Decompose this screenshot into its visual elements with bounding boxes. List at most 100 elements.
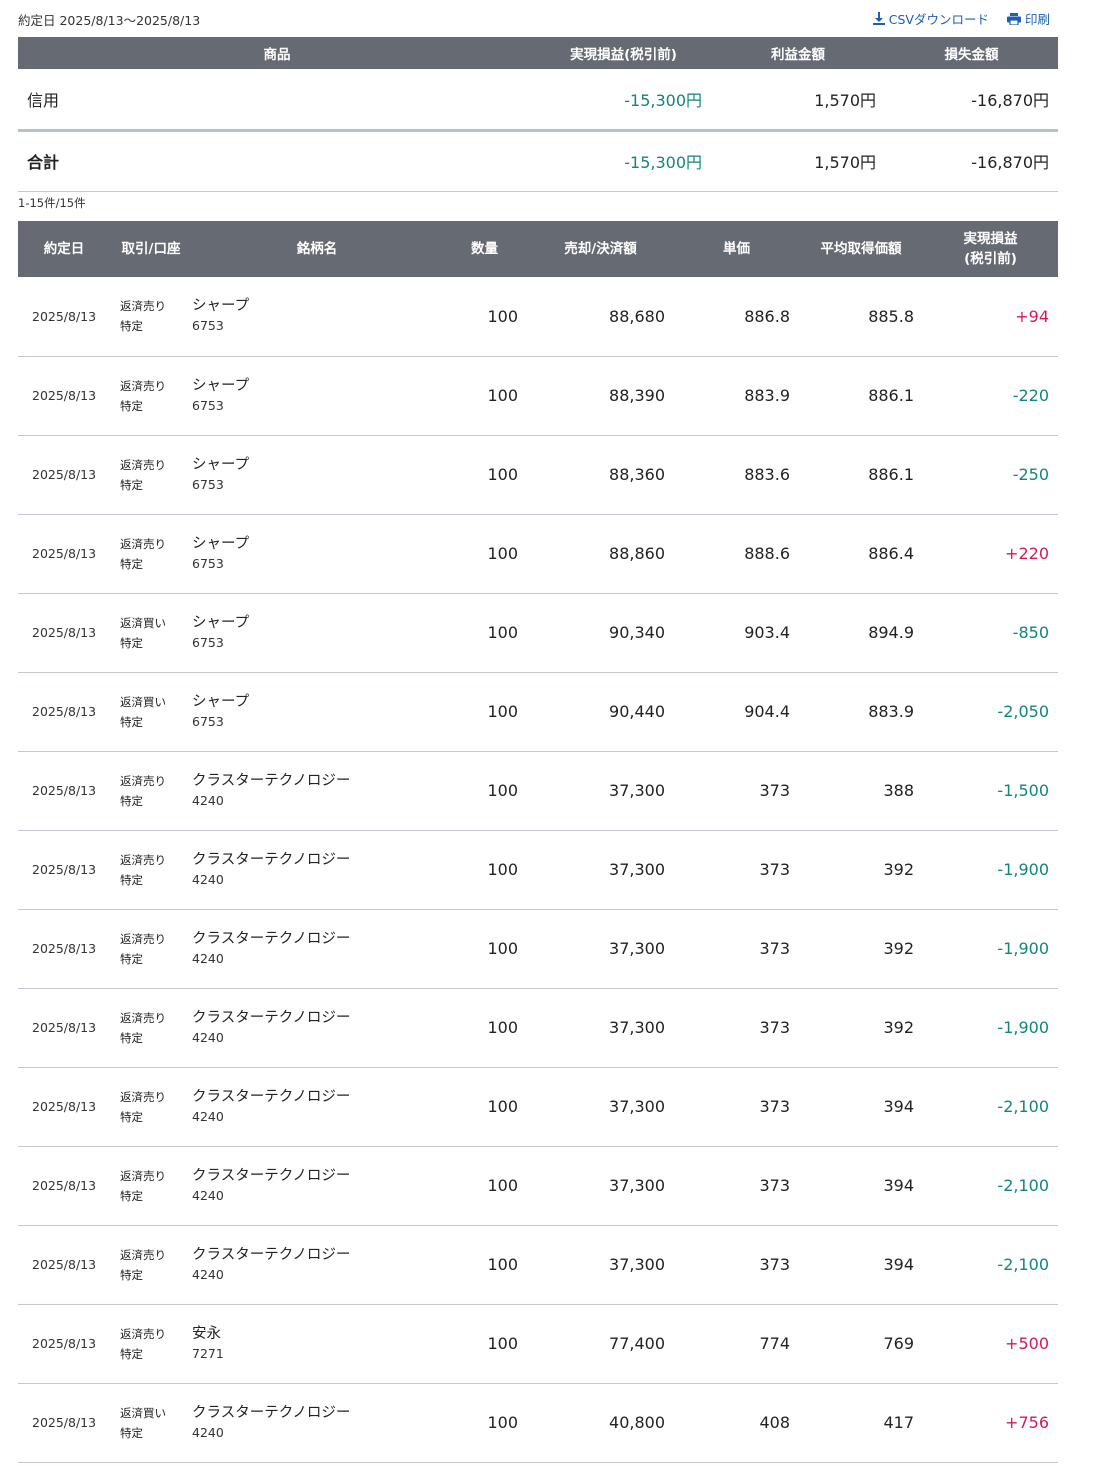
stock-name: クラスターテクノロジー (192, 772, 351, 789)
quantity: 100 (442, 1067, 527, 1147)
settlement-amount: 37,300 (527, 1067, 674, 1147)
col-quantity: 数量 (442, 221, 527, 277)
printer-icon (1006, 12, 1021, 25)
trade-type-cell: 返済売り 特定 (110, 988, 192, 1068)
top-bar: 約定日 2025/8/13〜2025/8/13 CSVダウンロード 印刷 (18, 0, 1058, 36)
unit-price: 883.9 (674, 356, 799, 436)
unit-price: 373 (674, 830, 799, 910)
account-type: 特定 (120, 1188, 143, 1203)
table-row: 2025/8/13 返済売り 特定 クラスターテクノロジー 4240 100 37,300 3… (18, 1146, 1058, 1226)
stock-code: 6753 (192, 476, 224, 492)
trade-type: 返済売り (120, 773, 166, 788)
download-icon (872, 12, 885, 25)
realized-pl: -2,050 (923, 672, 1058, 752)
average-cost: 883.9 (799, 672, 923, 752)
trade-type-cell: 返済売り 特定 (110, 1146, 192, 1226)
trade-date: 2025/8/13 (18, 830, 110, 910)
average-cost: 885.8 (799, 277, 923, 357)
detail-header-row: 約定日 取引/口座 銘柄名 数量 売却/決済額 単価 平均取得価額 実現損益 (… (18, 221, 1058, 277)
summary-product-label: 信用 (18, 69, 536, 132)
unit-price: 408 (674, 1383, 799, 1463)
unit-price: 373 (674, 1146, 799, 1226)
quantity: 100 (442, 1383, 527, 1463)
settlement-amount: 37,300 (527, 1146, 674, 1226)
csv-download-link[interactable]: CSVダウンロード (872, 9, 989, 28)
trade-type: 返済買い (120, 1405, 166, 1420)
trade-date: 2025/8/13 (18, 751, 110, 831)
stock-code: 6753 (192, 634, 224, 650)
table-row: 2025/8/13 返済売り 特定 クラスターテクノロジー 4240 100 37,300 3… (18, 909, 1058, 989)
quantity: 100 (442, 751, 527, 831)
unit-price: 373 (674, 1225, 799, 1305)
settlement-amount: 40,800 (527, 1383, 674, 1463)
col-trade-date: 約定日 (18, 221, 110, 277)
trade-type: 返済買い (120, 615, 166, 630)
settlement-amount: 88,860 (527, 514, 674, 594)
stock-cell: クラスターテクノロジー 4240 (192, 1225, 442, 1305)
quantity: 100 (442, 1146, 527, 1226)
stock-cell: 安永 7271 (192, 1304, 442, 1384)
quantity: 100 (442, 277, 527, 357)
summary-col-loss: 損失金額 (885, 37, 1058, 69)
summary-table: 商品 実現損益(税引前) 利益金額 損失金額 信用 -15,300円 1,570… (18, 37, 1058, 192)
print-link[interactable]: 印刷 (1006, 9, 1050, 28)
trade-type-cell: 返済売り 特定 (110, 830, 192, 910)
summary-profit-value: 1,570円 (711, 69, 885, 132)
realized-pl: -2,100 (923, 1067, 1058, 1147)
average-cost: 392 (799, 909, 923, 989)
col-realized-pl-line2: (税引前) (964, 251, 1017, 267)
stock-code: 4240 (192, 871, 224, 887)
average-cost: 886.1 (799, 356, 923, 436)
trade-type-cell: 返済売り 特定 (110, 751, 192, 831)
table-row: 2025/8/13 返済売り 特定 シャープ 6753 100 88,860 888.6 886… (18, 514, 1058, 594)
stock-cell: クラスターテクノロジー 4240 (192, 988, 442, 1068)
settlement-amount: 37,300 (527, 751, 674, 831)
trade-type: 返済売り (120, 457, 166, 472)
csv-download-label: CSVダウンロード (888, 12, 989, 27)
print-label: 印刷 (1024, 12, 1050, 27)
table-row: 2025/8/13 返済売り 特定 クラスターテクノロジー 4240 100 37,300 3… (18, 751, 1058, 831)
trade-type-cell: 返済売り 特定 (110, 277, 192, 357)
average-cost: 417 (799, 1383, 923, 1463)
table-row: 2025/8/13 返済売り 特定 シャープ 6753 100 88,390 883.9 886… (18, 356, 1058, 436)
trade-date: 2025/8/13 (18, 1067, 110, 1147)
trade-type-cell: 返済売り 特定 (110, 1225, 192, 1305)
trade-date: 2025/8/13 (18, 593, 110, 673)
stock-name: クラスターテクノロジー (192, 1404, 351, 1421)
stock-cell: クラスターテクノロジー 4240 (192, 1067, 442, 1147)
settlement-amount: 37,300 (527, 988, 674, 1068)
summary-row-margin: 信用 -15,300円 1,570円 -16,870円 (18, 69, 1058, 132)
unit-price: 903.4 (674, 593, 799, 673)
stock-name: シャープ (192, 693, 250, 710)
account-type: 特定 (120, 1425, 143, 1440)
average-cost: 394 (799, 1225, 923, 1305)
stock-name: シャープ (192, 298, 250, 315)
stock-cell: クラスターテクノロジー 4240 (192, 751, 442, 831)
average-cost: 388 (799, 751, 923, 831)
col-trade-account: 取引/口座 (110, 221, 192, 277)
settlement-amount: 88,360 (527, 435, 674, 515)
result-count: 1-15件/15件 (18, 196, 86, 210)
settlement-amount: 37,300 (527, 1225, 674, 1305)
account-type: 特定 (120, 556, 143, 571)
quantity: 100 (442, 1225, 527, 1305)
realized-pl: -1,900 (923, 830, 1058, 910)
settlement-amount: 88,390 (527, 356, 674, 436)
unit-price: 373 (674, 909, 799, 989)
quantity: 100 (442, 1304, 527, 1384)
unit-price: 373 (674, 751, 799, 831)
stock-code: 6753 (192, 318, 224, 334)
summary-col-product: 商品 (18, 37, 536, 69)
stock-code: 6753 (192, 555, 224, 571)
quantity: 100 (442, 672, 527, 752)
trade-date: 2025/8/13 (18, 1146, 110, 1226)
stock-cell: クラスターテクノロジー 4240 (192, 1146, 442, 1226)
trade-date: 2025/8/13 (18, 514, 110, 594)
quantity: 100 (442, 435, 527, 515)
average-cost: 886.1 (799, 435, 923, 515)
trade-date: 2025/8/13 (18, 1225, 110, 1305)
stock-cell: クラスターテクノロジー 4240 (192, 909, 442, 989)
stock-name: シャープ (192, 377, 250, 394)
trade-date: 2025/8/13 (18, 1383, 110, 1463)
settlement-amount: 37,300 (527, 909, 674, 989)
